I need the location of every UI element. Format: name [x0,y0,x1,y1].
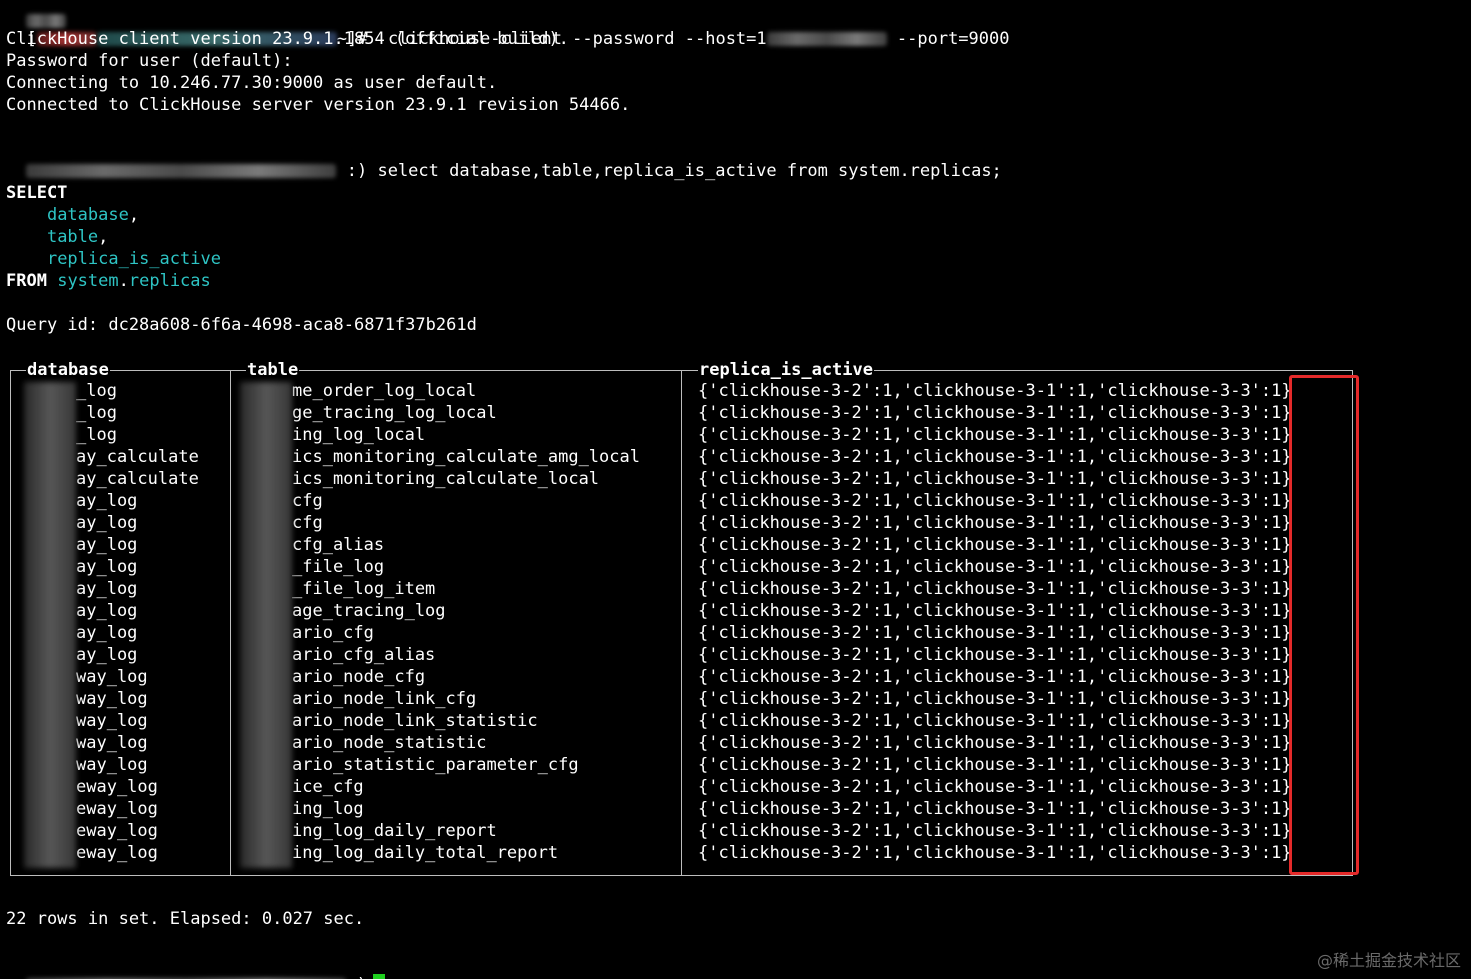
cell-table: ario_node_statistic [292,733,487,753]
cell-replica-is-active: {'clickhouse-3-2':1,'clickhouse-3-1':1,'… [698,381,1292,401]
column-divider-2 [681,370,682,876]
cell-replica-is-active: {'clickhouse-3-2':1,'clickhouse-3-1':1,'… [698,711,1292,731]
cell-database: _log [76,403,117,423]
cell-database: ay_log [76,645,138,665]
cell-replica-is-active: {'clickhouse-3-2':1,'clickhouse-3-1':1,'… [698,799,1292,819]
header-database: database [26,359,110,381]
cell-replica-is-active: {'clickhouse-3-2':1,'clickhouse-3-1':1,'… [698,469,1292,489]
port-flag: --port=9000 [896,29,1010,49]
cell-table: ice_cfg [292,777,364,797]
cell-database: eway_log [76,843,158,863]
final-prompt-suffix: ) [357,975,367,979]
query-id: Query id: dc28a608-6f6a-4698-aca8-6871f3… [6,315,477,335]
cell-database: way_log [76,711,148,731]
banner-line-password: Password for user (default): [6,51,293,71]
cell-table: _file_log [292,557,385,577]
column-divider-1 [230,370,231,876]
cell-database: _log [76,425,117,445]
banner-line-connecting: Connecting to 10.246.77.30:9000 as user … [6,73,498,93]
cell-table: cfg_alias [292,535,385,555]
redaction-mask-table [240,382,292,868]
cell-replica-is-active: {'clickhouse-3-2':1,'clickhouse-3-1':1,'… [698,535,1292,555]
cell-replica-is-active: {'clickhouse-3-2':1,'clickhouse-3-1':1,'… [698,601,1292,621]
cell-database: _log [76,381,117,401]
cell-table: ing_log_local [292,425,426,445]
cell-table: ing_log [292,799,364,819]
cell-table: ario_node_link_cfg [292,689,477,709]
sql-column-replica: replica_is_active [46,249,221,269]
cell-table: ario_statistic_parameter_cfg [292,755,579,775]
cell-database: ay_log [76,601,138,621]
cell-replica-is-active: {'clickhouse-3-2':1,'clickhouse-3-1':1,'… [698,403,1292,423]
sql-from-clause: FROM system.replicas [6,271,211,291]
cell-replica-is-active: {'clickhouse-3-2':1,'clickhouse-3-1':1,'… [698,425,1292,445]
cell-database: ay_log [76,491,138,511]
highlight-annotation-box [1289,375,1359,875]
cell-database: way_log [76,667,148,687]
query-text: select database,table,replica_is_active … [377,161,1002,181]
cell-replica-is-active: {'clickhouse-3-2':1,'clickhouse-3-1':1,'… [698,777,1292,797]
cell-replica-is-active: {'clickhouse-3-2':1,'clickhouse-3-1':1,'… [698,689,1292,709]
header-replica-is-active: replica_is_active [698,359,874,381]
cell-replica-is-active: {'clickhouse-3-2':1,'clickhouse-3-1':1,'… [698,557,1292,577]
cell-table: cfg [292,491,323,511]
prompt-suffix: :) [346,161,368,181]
sql-column-table: table, [46,227,109,247]
cell-database: ay_log [76,579,138,599]
cell-database: way_log [76,755,148,775]
cell-replica-is-active: {'clickhouse-3-2':1,'clickhouse-3-1':1,'… [698,667,1292,687]
sql-select-keyword: SELECT [6,183,68,203]
cell-table: ics_monitoring_calculate_amg_local [292,447,640,467]
cell-replica-is-active: {'clickhouse-3-2':1,'clickhouse-3-1':1,'… [698,513,1292,533]
cell-database: way_log [76,733,148,753]
cell-table: ge_tracing_log_local [292,403,497,423]
cell-table: ario_node_cfg [292,667,426,687]
cell-table: ing_log_daily_total_report [292,843,559,863]
cell-replica-is-active: {'clickhouse-3-2':1,'clickhouse-3-1':1,'… [698,447,1292,467]
cell-table: ario_cfg_alias [292,645,436,665]
redaction-mask-database [24,382,76,868]
final-prompt-line[interactable]: ) [6,952,385,979]
cell-table: me_order_log_local [292,381,477,401]
cell-table: cfg [292,513,323,533]
redacted-host-ip [766,32,887,46]
command-line-1: [~]# clickhouse-client --password --host… [6,6,1009,49]
cell-table: ario_cfg [292,623,374,643]
banner-line-version: ClickHouse client version 23.9.1.1854 (o… [6,29,569,49]
cell-table: ics_monitoring_calculate_local [292,469,600,489]
watermark: @稀土掘金技术社区 [1316,951,1461,970]
cell-replica-is-active: {'clickhouse-3-2':1,'clickhouse-3-1':1,'… [698,733,1292,753]
cell-table: _file_log_item [292,579,436,599]
query-prompt-line: :) select database,table,replica_is_acti… [6,138,1002,181]
cell-database: ay_log [76,535,138,555]
cell-table: ing_log_daily_report [292,821,497,841]
redacted-prompt-host [26,164,337,178]
sql-column-database: database, [46,205,140,225]
cell-database: ay_log [76,557,138,577]
cell-replica-is-active: {'clickhouse-3-2':1,'clickhouse-3-1':1,'… [698,491,1292,511]
cell-database: ay_calculate [76,469,199,489]
cell-database: eway_log [76,777,158,797]
cell-database: way_log [76,689,148,709]
cell-table: ario_node_link_statistic [292,711,538,731]
header-table: table [246,359,300,381]
cell-database: eway_log [76,799,158,819]
cell-replica-is-active: {'clickhouse-3-2':1,'clickhouse-3-1':1,'… [698,755,1292,775]
banner-line-connected: Connected to ClickHouse server version 2… [6,95,631,115]
cell-replica-is-active: {'clickhouse-3-2':1,'clickhouse-3-1':1,'… [698,645,1292,665]
cell-database: ay_log [76,623,138,643]
cell-database: ay_log [76,513,138,533]
cell-replica-is-active: {'clickhouse-3-2':1,'clickhouse-3-1':1,'… [698,821,1292,841]
cell-replica-is-active: {'clickhouse-3-2':1,'clickhouse-3-1':1,'… [698,623,1292,643]
cell-database: eway_log [76,821,158,841]
cell-replica-is-active: {'clickhouse-3-2':1,'clickhouse-3-1':1,'… [698,843,1292,863]
cell-replica-is-active: {'clickhouse-3-2':1,'clickhouse-3-1':1,'… [698,579,1292,599]
cell-table: age_tracing_log [292,601,446,621]
rows-elapsed-summary: 22 rows in set. Elapsed: 0.027 sec. [6,909,365,929]
terminal-cursor[interactable] [372,974,385,979]
cell-database: ay_calculate [76,447,199,467]
